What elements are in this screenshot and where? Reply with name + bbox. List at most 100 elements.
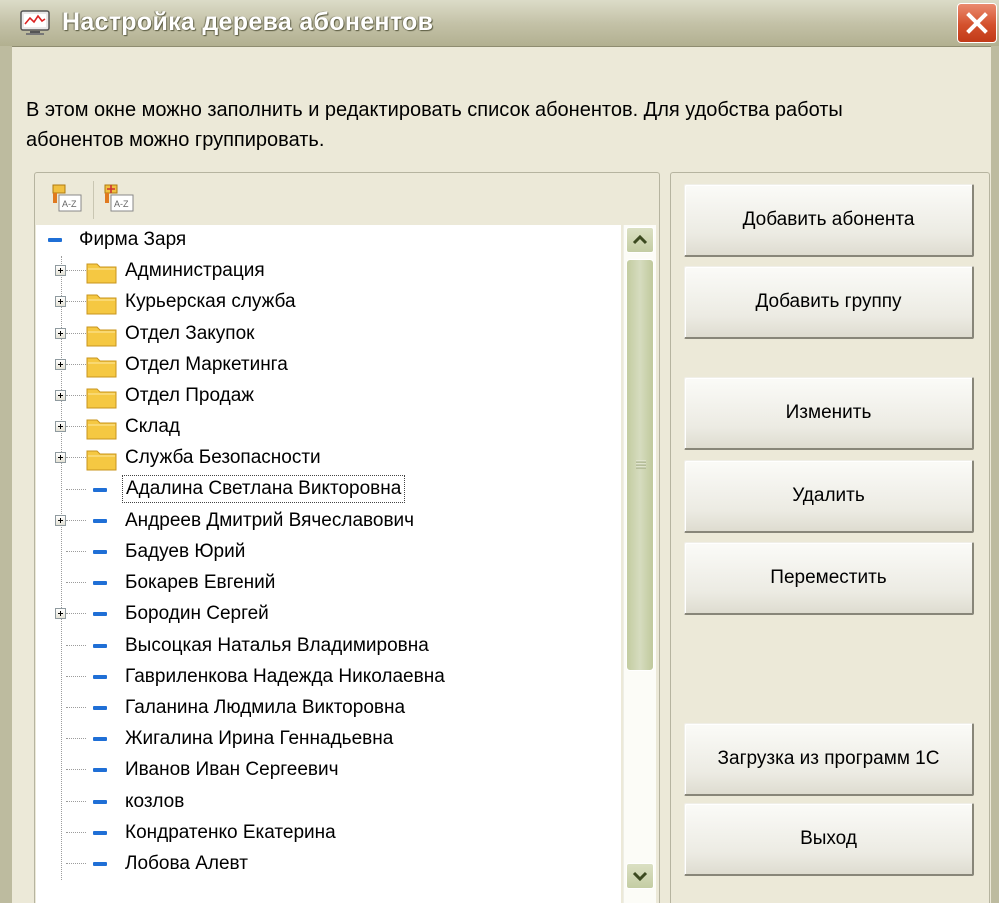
tree-person-item[interactable]: Кондратенко Екатерина xyxy=(36,818,621,849)
tree-person-item[interactable]: Иванов Иван Сергеевич xyxy=(36,755,621,786)
tree-item-label: козлов xyxy=(125,790,185,812)
add-subscriber-button[interactable]: Добавить абонента xyxy=(684,184,974,257)
title-bar[interactable]: Настройка дерева абонентов xyxy=(0,0,999,47)
edit-button[interactable]: Изменить xyxy=(684,377,974,450)
tree-person-item[interactable]: козлов xyxy=(36,787,621,818)
tree-connector-line xyxy=(66,707,86,708)
tree-connector-line xyxy=(66,301,86,303)
tree-item-label: Бадуев Юрий xyxy=(125,541,246,562)
chevron-down-icon xyxy=(632,871,648,882)
person-dash-icon xyxy=(93,581,107,586)
person-dash-icon xyxy=(93,674,107,679)
person-dash-icon xyxy=(93,768,107,773)
tree-item-label: Служба Безопасности xyxy=(125,447,321,469)
dialog-window: Настройка дерева абонентов В этом окне м… xyxy=(0,0,999,903)
scroll-down-button[interactable] xyxy=(626,863,654,889)
tree-connector-line xyxy=(66,519,86,521)
tree-connector-line xyxy=(66,582,86,584)
tree-person-item[interactable]: Бородин Сергей xyxy=(36,599,621,630)
tree-item-label: Высоцкая Наталья Владимировна xyxy=(125,634,429,656)
move-button[interactable]: Переместить xyxy=(684,542,974,615)
vertical-scrollbar[interactable] xyxy=(623,225,656,903)
tree-group-item[interactable]: Администрация xyxy=(36,256,621,287)
expand-plus-icon[interactable] xyxy=(55,452,66,464)
person-dash-icon xyxy=(93,612,107,617)
tree-item-label: Склад xyxy=(125,416,180,438)
tree-connector-line xyxy=(66,644,86,646)
expand-plus-icon[interactable] xyxy=(55,358,66,370)
tree-person-item[interactable]: Лобова Алевт xyxy=(36,849,621,880)
person-dash-icon xyxy=(93,737,107,742)
expand-plus-icon[interactable] xyxy=(55,265,66,277)
tree-root-item[interactable]: Фирма Заря xyxy=(36,225,621,256)
tree-item-label: Галанина Людмила Викторовна xyxy=(125,697,406,718)
folder-icon xyxy=(86,357,117,378)
tree-person-item[interactable]: Галанина Людмила Викторовна xyxy=(36,693,621,724)
sort-az-ascending-icon[interactable]: A-Z xyxy=(49,181,87,219)
tree-connector-line xyxy=(66,551,86,552)
person-dash-icon xyxy=(93,518,107,523)
tree-person-item[interactable]: Адалина Светлана Викторовна xyxy=(36,474,621,506)
tree-connector-line xyxy=(66,738,86,740)
tree-item-label: Лобова Алевт xyxy=(125,853,248,874)
exit-button[interactable]: Выход xyxy=(684,803,974,876)
tree-group-item[interactable]: Отдел Продаж xyxy=(36,381,621,412)
window-title: Настройка дерева абонентов xyxy=(62,8,434,36)
tree-item-label: Бокарев Евгений xyxy=(125,572,276,594)
tree-item-label: Гавриленкова Надежда Николаевна xyxy=(125,665,445,687)
folder-icon xyxy=(86,326,117,347)
tree-connector-line xyxy=(66,426,86,428)
expand-plus-icon[interactable] xyxy=(55,390,66,401)
tree-group-item[interactable]: Отдел Маркетинга xyxy=(36,350,621,381)
import-1c-button[interactable]: Загрузка из программ 1С xyxy=(684,723,974,796)
tree-connector-line xyxy=(66,488,86,490)
tree-person-item[interactable]: Андреев Дмитрий Вячеславович xyxy=(36,506,621,537)
close-button[interactable] xyxy=(957,3,997,43)
tree-connector-line xyxy=(66,613,86,615)
folder-icon xyxy=(86,450,117,471)
tree-item-label: Бородин Сергей xyxy=(125,603,269,625)
svg-text:A-Z: A-Z xyxy=(62,199,77,209)
tree-group-item[interactable]: Служба Безопасности xyxy=(36,443,621,474)
tree-item-label: Отдел Закупок xyxy=(125,322,255,344)
sort-az-descending-icon[interactable]: A-Z xyxy=(101,181,139,219)
tree-item-label: Курьерская служба xyxy=(125,291,296,313)
tree-person-item[interactable]: Высоцкая Наталья Владимировна xyxy=(36,631,621,662)
tree-connector-line xyxy=(66,831,86,833)
person-dash-icon xyxy=(93,706,107,710)
chevron-up-icon xyxy=(632,234,648,245)
expand-plus-icon[interactable] xyxy=(55,608,66,620)
folder-icon xyxy=(86,294,117,315)
tree-item-label: Иванов Иван Сергеевич xyxy=(125,759,339,781)
tree-group-item[interactable]: Отдел Закупок xyxy=(36,319,621,350)
add-group-button[interactable]: Добавить группу xyxy=(684,266,974,339)
tree-group-item[interactable]: Склад xyxy=(36,412,621,443)
tree-panel: A-Z A-Z Фирма Заря Администрация Курьерска… xyxy=(34,172,660,903)
person-dash-icon xyxy=(93,550,107,554)
tree-person-item[interactable]: Бадуев Юрий xyxy=(36,537,621,568)
tree-person-item[interactable]: Жигалина Ирина Геннадьевна xyxy=(36,724,621,755)
tree-connector-line xyxy=(66,800,86,802)
scroll-up-button[interactable] xyxy=(626,227,654,253)
person-dash-icon xyxy=(93,862,107,866)
tree-connector-line xyxy=(66,457,86,459)
tree-connector-line xyxy=(66,675,86,677)
monitor-chart-icon xyxy=(20,10,50,35)
expand-plus-icon[interactable] xyxy=(55,296,66,308)
tree-connector-line xyxy=(66,769,86,771)
expand-plus-icon[interactable] xyxy=(55,514,66,526)
scroll-thumb[interactable] xyxy=(626,259,654,671)
person-dash-icon xyxy=(93,643,107,648)
tree-person-item[interactable]: Бокарев Евгений xyxy=(36,568,621,599)
tree-connector-line xyxy=(66,332,86,334)
tree-group-item[interactable]: Курьерская служба xyxy=(36,287,621,318)
tree-item-label: Фирма Заря xyxy=(79,229,187,250)
expand-plus-icon[interactable] xyxy=(55,327,66,339)
tree-connector-line xyxy=(66,270,86,272)
tree-connector-line xyxy=(66,363,86,365)
tree-person-item[interactable]: Гавриленкова Надежда Николаевна xyxy=(36,662,621,693)
subscriber-tree[interactable]: Фирма Заря Администрация Курьерская служба… xyxy=(36,225,621,903)
tree-item-label: Отдел Маркетинга xyxy=(125,353,288,375)
delete-button[interactable]: Удалить xyxy=(684,460,974,533)
expand-plus-icon[interactable] xyxy=(55,421,66,433)
